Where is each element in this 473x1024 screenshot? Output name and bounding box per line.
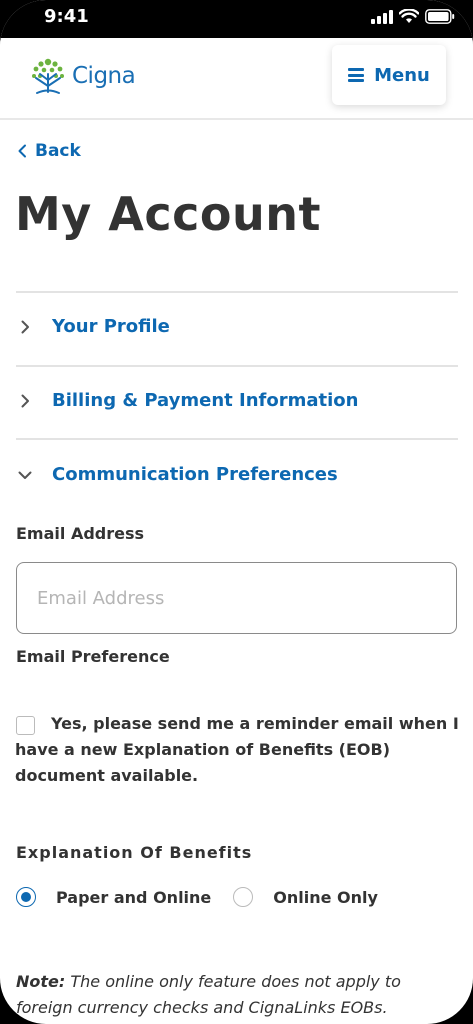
radio-paper-and-online[interactable]: [16, 887, 36, 907]
chevron-right-icon: [18, 394, 32, 408]
chevron-down-icon: [18, 468, 32, 482]
eob-radio-group: Paper and Online Online Only: [16, 887, 378, 907]
accordion-label: Communication Preferences: [52, 464, 338, 485]
eob-note: Note: The online only feature does not a…: [16, 969, 461, 1021]
app-header: Cigna Menu: [0, 38, 473, 120]
menu-button-label: Menu: [374, 64, 430, 86]
email-address-input[interactable]: [16, 562, 457, 634]
logo-wordmark: Cigna: [72, 63, 136, 89]
wifi-icon: [399, 9, 419, 23]
menu-button[interactable]: Menu: [332, 45, 446, 105]
email-address-label: Email Address: [16, 524, 145, 543]
radio-label-paper-and-online[interactable]: Paper and Online: [56, 888, 211, 907]
back-link[interactable]: Back: [17, 141, 81, 161]
email-preference-label: Email Preference: [16, 647, 170, 666]
eob-reminder-label[interactable]: Yes, please send me a reminder email whe…: [15, 711, 460, 789]
radio-label-online-only[interactable]: Online Only: [273, 888, 378, 907]
notch: [106, 0, 368, 39]
hamburger-icon: [348, 68, 365, 82]
accordion-billing-payment[interactable]: Billing & Payment Information: [18, 390, 358, 411]
accordion-label: Your Profile: [52, 316, 170, 337]
chevron-left-icon: [18, 144, 26, 158]
note-text: The online only feature does not apply t…: [16, 972, 401, 1017]
status-time: 9:41: [44, 6, 89, 27]
accordion-your-profile[interactable]: Your Profile: [18, 316, 170, 337]
back-link-label: Back: [35, 141, 81, 161]
eob-section-title: Explanation Of Benefits: [16, 843, 253, 862]
signal-icon: [371, 9, 393, 24]
tree-of-life-icon: [32, 58, 64, 94]
phone-screen: 9:41 Cigna Menu Back My Account Your Pro…: [0, 0, 473, 1024]
divider: [16, 291, 458, 293]
note-label: Note:: [16, 972, 66, 991]
accordion-communication-preferences[interactable]: Communication Preferences: [18, 464, 338, 485]
accordion-label: Billing & Payment Information: [52, 390, 359, 411]
radio-online-only[interactable]: [233, 887, 254, 907]
status-icons: [371, 9, 455, 24]
divider: [16, 365, 458, 367]
cigna-logo[interactable]: Cigna: [28, 56, 136, 96]
status-bar: 9:41: [0, 0, 473, 39]
divider: [16, 438, 458, 440]
chevron-right-icon: [18, 320, 32, 334]
battery-icon: [425, 9, 455, 24]
page-title: My Account: [15, 187, 321, 241]
